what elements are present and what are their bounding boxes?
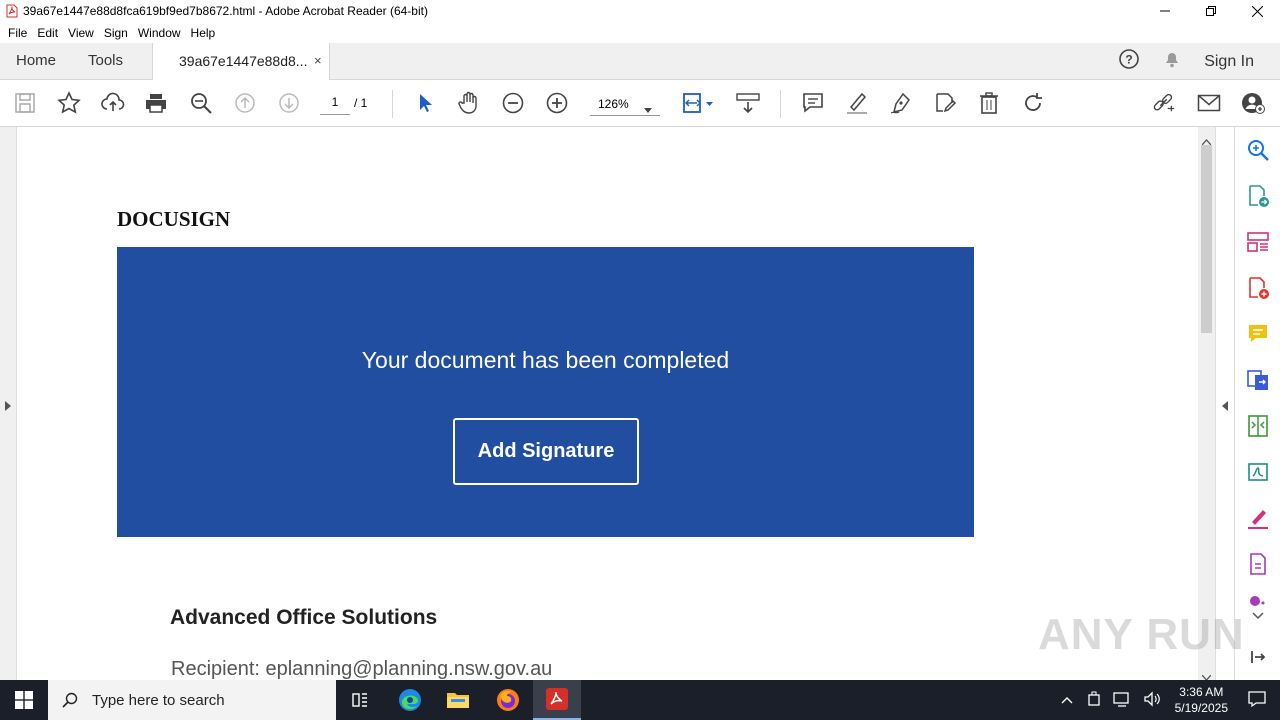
zoom-value: 126% <box>598 97 629 111</box>
highlight-pen-icon[interactable] <box>845 91 869 115</box>
search-zoom-tool-icon[interactable] <box>1246 138 1270 162</box>
email-icon[interactable] <box>1197 91 1221 115</box>
select-cursor-icon[interactable] <box>413 91 437 115</box>
file-explorer-icon[interactable] <box>434 680 482 720</box>
compress-pdf-icon[interactable] <box>1246 414 1270 438</box>
clock-date: 5/19/2025 <box>1174 701 1228 715</box>
menu-file[interactable]: File <box>8 26 27 40</box>
windows-taskbar: Type here to search 3:36 AM 5/19/2025 <box>0 680 1280 720</box>
print-icon[interactable] <box>144 91 168 115</box>
rotate-icon[interactable] <box>1021 91 1045 115</box>
device-status-icon[interactable] <box>1087 691 1101 710</box>
edit-document-icon[interactable] <box>933 91 957 115</box>
save-icon[interactable] <box>13 91 37 115</box>
create-pdf-icon[interactable] <box>1246 276 1270 300</box>
expand-left-panel-icon[interactable] <box>5 398 11 416</box>
next-page-icon[interactable] <box>277 91 301 115</box>
comment-icon[interactable] <box>801 91 825 115</box>
show-hidden-icons-chevron-icon[interactable] <box>1061 693 1073 707</box>
network-icon[interactable] <box>1112 691 1131 710</box>
firefox-browser-icon[interactable] <box>484 680 532 720</box>
docusign-logo: DOCUSIGN <box>117 207 231 231</box>
zoom-out-icon[interactable] <box>501 91 525 115</box>
tab-home[interactable]: Home <box>16 52 56 69</box>
close-window-button[interactable] <box>1234 0 1280 22</box>
upload-cloud-icon[interactable] <box>101 91 125 115</box>
chevron-down-icon[interactable] <box>1246 609 1270 623</box>
minimize-button[interactable] <box>1142 0 1188 22</box>
delete-trash-icon[interactable] <box>977 91 1001 115</box>
left-panel-toggle[interactable] <box>0 127 17 680</box>
fit-page-icon[interactable] <box>680 91 716 115</box>
edit-pdf-tool-icon[interactable] <box>1246 460 1270 484</box>
menu-view[interactable]: View <box>68 26 94 40</box>
organize-pages-icon[interactable] <box>1246 230 1270 254</box>
restore-button[interactable] <box>1188 0 1234 22</box>
volume-icon[interactable] <box>1143 690 1161 710</box>
company-name: Advanced Office Solutions <box>170 606 438 629</box>
menu-window[interactable]: Window <box>138 26 181 40</box>
task-view-icon[interactable] <box>336 680 384 720</box>
tab-bar: Home Tools 39a67e1447e88d8... × ? Sign I… <box>0 43 1280 80</box>
toolbar: 1 / 1 126% <box>0 80 1280 127</box>
right-panel-toggle[interactable] <box>1215 127 1234 680</box>
title-bar: 39a67e1447e88d8fca619bf9ed7b8672.html - … <box>0 0 1280 22</box>
document-tool-icon[interactable] <box>1246 552 1270 576</box>
collapse-pane-icon[interactable] <box>1246 645 1270 669</box>
notification-center-icon[interactable] <box>1248 690 1266 711</box>
search-placeholder: Type here to search <box>92 691 225 709</box>
window-title: 39a67e1447e88d8fca619bf9ed7b8672.html - … <box>23 4 428 18</box>
tools-pane <box>1234 127 1280 680</box>
vertical-scrollbar[interactable] <box>1198 127 1215 681</box>
menu-sign[interactable]: Sign <box>104 26 128 40</box>
acrobat-reader-taskbar-icon[interactable] <box>533 680 581 720</box>
document-view[interactable]: DOCUSIGN Your document has been complete… <box>17 127 1198 680</box>
scroll-mode-icon[interactable] <box>736 91 760 115</box>
export-pdf-icon[interactable] <box>1246 184 1270 208</box>
hand-tool-icon[interactable] <box>457 91 481 115</box>
acrobat-app-icon <box>6 4 18 18</box>
system-clock[interactable]: 3:36 AM 5/19/2025 <box>1175 684 1228 716</box>
tab-document[interactable]: 39a67e1447e88d8... × <box>152 43 330 80</box>
toolbar-divider <box>780 90 781 118</box>
windows-start-button[interactable] <box>0 680 48 720</box>
taskbar-search-box[interactable]: Type here to search <box>48 680 336 720</box>
collapse-right-panel-icon[interactable] <box>1222 398 1228 416</box>
menu-edit[interactable]: Edit <box>37 26 58 40</box>
recipient-line: Recipient: eplanning@planning.nsw.gov.au <box>171 658 553 680</box>
notifications-bell-icon[interactable] <box>1162 49 1182 74</box>
menu-help[interactable]: Help <box>191 26 216 40</box>
page-number-input[interactable]: 1 <box>320 95 350 115</box>
tab-tools[interactable]: Tools <box>88 52 123 69</box>
toolbar-divider <box>392 90 393 118</box>
scrollbar-thumb[interactable] <box>1201 145 1212 333</box>
zoom-in-icon[interactable] <box>545 91 569 115</box>
svg-text:?: ? <box>1126 53 1133 67</box>
add-signature-button[interactable]: Add Signature <box>453 418 639 485</box>
page-total: / 1 <box>354 96 368 110</box>
anyrun-watermark: ANY RUN <box>1038 610 1245 659</box>
tab-close-icon[interactable]: × <box>314 53 322 68</box>
draw-sign-icon[interactable] <box>889 91 913 115</box>
comment-tool-icon[interactable] <box>1246 322 1270 346</box>
zoom-search-icon[interactable] <box>189 91 213 115</box>
zoom-select[interactable]: 126% <box>590 94 660 116</box>
search-icon <box>62 692 78 708</box>
banner-message: Your document has been completed <box>361 347 730 373</box>
add-user-icon[interactable] <box>1241 91 1265 115</box>
more-tools-icon[interactable] <box>1246 593 1270 607</box>
share-link-icon[interactable] <box>1152 91 1176 115</box>
combine-files-icon[interactable] <box>1246 368 1270 392</box>
help-icon[interactable]: ? <box>1118 48 1140 75</box>
previous-page-icon[interactable] <box>233 91 257 115</box>
edge-browser-icon[interactable] <box>386 680 434 720</box>
tab-document-label: 39a67e1447e88d8... <box>179 53 308 69</box>
menu-bar: File Edit View Sign Window Help <box>0 22 1280 43</box>
completion-banner: Your document has been completed Add Sig… <box>117 247 974 537</box>
fill-sign-icon[interactable] <box>1246 506 1270 530</box>
sign-in-button[interactable]: Sign In <box>1204 53 1254 71</box>
chevron-down-icon <box>644 102 652 116</box>
clock-time: 3:36 AM <box>1179 685 1224 699</box>
bookmark-star-icon[interactable] <box>57 91 81 115</box>
